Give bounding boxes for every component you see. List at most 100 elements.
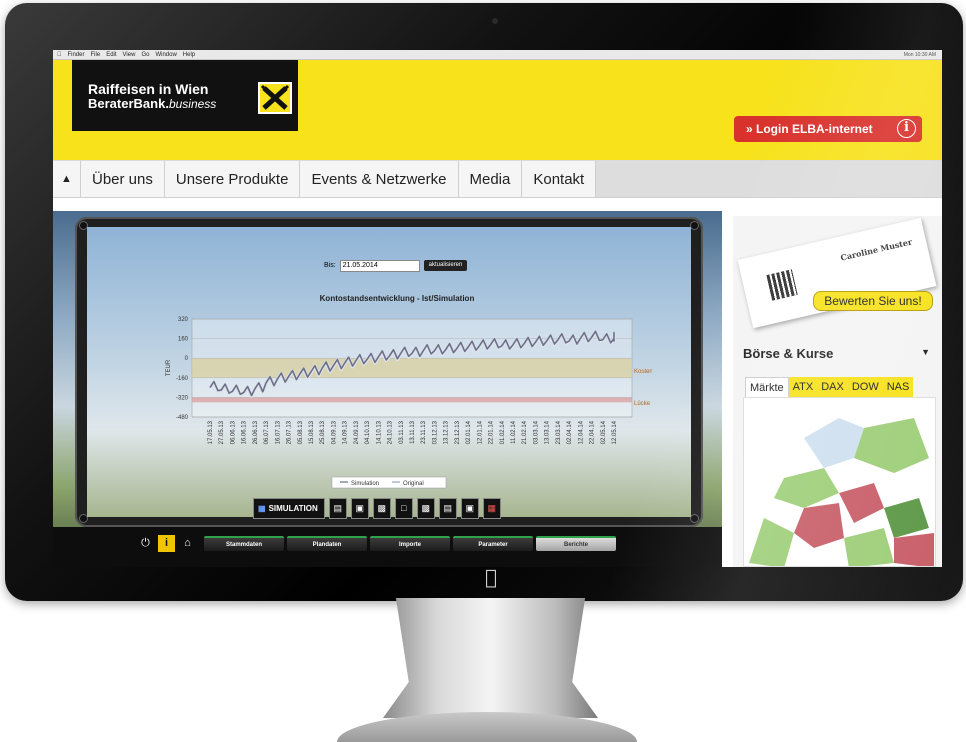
tab-dow[interactable]: DOW bbox=[847, 377, 883, 397]
nav-spacer bbox=[596, 161, 942, 197]
tab-nas[interactable]: NAS bbox=[882, 377, 914, 397]
map-region bbox=[774, 468, 839, 508]
home-icon[interactable]: ▲ bbox=[53, 161, 81, 197]
x-tick-label: 22.04.14 bbox=[590, 420, 596, 444]
home-icon[interactable]: ⌂ bbox=[179, 535, 196, 552]
x-tick-label: 03.03.14 bbox=[533, 420, 539, 444]
power-icon[interactable]: ⏻ bbox=[137, 535, 154, 552]
logo[interactable]: Raiffeisen in Wien BeraterBank.business bbox=[72, 60, 298, 131]
menu-window[interactable]: Window bbox=[155, 52, 176, 58]
band-label: Lücke bbox=[634, 401, 651, 407]
tab-plandaten[interactable]: Plandaten bbox=[287, 536, 367, 551]
tab-maerkte[interactable]: Märkte bbox=[745, 377, 789, 397]
update-button[interactable]: aktualisieren bbox=[423, 260, 468, 271]
tab-stammdaten[interactable]: Stammdaten bbox=[204, 536, 284, 551]
logo-italic: business bbox=[168, 97, 217, 111]
chevron-down-icon[interactable]: ▼ bbox=[921, 347, 930, 357]
chart-panel: Bis: 21.05.2014 aktualisieren Kontostand… bbox=[87, 227, 691, 517]
date-filter: Bis: 21.05.2014 aktualisieren bbox=[324, 259, 468, 272]
map-region bbox=[794, 503, 844, 548]
x-tick-label: 16.07.13 bbox=[275, 420, 281, 444]
nav-media[interactable]: Media bbox=[458, 161, 523, 197]
x-tick-label: 04.09.13 bbox=[331, 420, 337, 444]
info-icon[interactable]: i bbox=[158, 535, 175, 552]
simulation-icon: ▦ bbox=[258, 504, 266, 513]
menu-finder[interactable]: Finder bbox=[68, 52, 85, 58]
calendar-icon[interactable]: ▤ bbox=[328, 498, 347, 519]
x-tick-label: 25.08.13 bbox=[320, 420, 326, 444]
x-tick-label: 12.04.14 bbox=[578, 420, 584, 444]
chart-title: Kontostandsentwicklung - Ist/Simulation bbox=[320, 294, 475, 303]
menu-edit[interactable]: Edit bbox=[106, 52, 116, 58]
band-kosten bbox=[192, 358, 632, 378]
tab-parameter[interactable]: Parameter bbox=[453, 536, 533, 551]
calendar-plan-icon[interactable]: ▣ bbox=[350, 498, 369, 519]
tab-dax[interactable]: DAX bbox=[817, 377, 848, 397]
tab-berichte[interactable]: Berichte bbox=[536, 536, 616, 551]
stock-tabs: Märkte ATX DAX DOW NAS bbox=[745, 377, 914, 397]
bar-chart-icon[interactable]: ▤ bbox=[438, 498, 457, 519]
report-chart-icon[interactable]: ▩ bbox=[416, 498, 435, 519]
logo-bold: BeraterBank. bbox=[88, 96, 169, 111]
info-icon[interactable]: i bbox=[897, 119, 916, 138]
x-tick-label: 22.01.14 bbox=[489, 420, 495, 444]
card-name: Caroline Muster bbox=[839, 236, 913, 263]
nav-ueber-uns[interactable]: Über uns bbox=[81, 161, 165, 197]
login-elba-button[interactable]: » Login ELBA-internet i bbox=[734, 116, 922, 142]
login-label: » Login ELBA-internet bbox=[746, 122, 873, 136]
x-tick-label: 17.05.13 bbox=[208, 420, 214, 444]
y-tick-label: -480 bbox=[176, 415, 189, 421]
date-input[interactable]: 21.05.2014 bbox=[339, 259, 420, 272]
menubar-clock: Mon 10:30 AM bbox=[903, 51, 936, 58]
main-nav: ▲ Über uns Unsere Produkte Events & Netz… bbox=[53, 160, 942, 198]
map-region bbox=[844, 528, 894, 566]
x-tick-label: 02.04.14 bbox=[567, 420, 573, 444]
imac-monitor:  Finder File Edit View Go Window Help M… bbox=[5, 3, 963, 601]
calendar-list-icon[interactable]: ▩ bbox=[372, 498, 391, 519]
x-tick-label: 01.02.14 bbox=[500, 420, 506, 444]
menu-help[interactable]: Help bbox=[183, 52, 195, 58]
legend-box bbox=[331, 476, 447, 489]
y-tick-label: 160 bbox=[178, 337, 189, 343]
camera bbox=[492, 18, 498, 24]
x-tick-label: 11.02.14 bbox=[511, 420, 517, 444]
map-region bbox=[884, 498, 929, 538]
map-region bbox=[854, 418, 929, 473]
nav-kontakt[interactable]: Kontakt bbox=[522, 161, 597, 197]
tab-atx[interactable]: ATX bbox=[788, 377, 818, 397]
business-card-image: Caroline Muster bbox=[737, 217, 937, 329]
y-tick-label: -160 bbox=[176, 376, 189, 382]
nav-events-netzwerke[interactable]: Events & Netzwerke bbox=[300, 161, 459, 197]
x-tick-label: 02.01.14 bbox=[466, 420, 472, 444]
control-icons: ⏻ i ⌂ bbox=[137, 535, 196, 552]
x-tick-label: 26.07.13 bbox=[287, 420, 293, 444]
x-tick-label: 04.10.13 bbox=[365, 420, 371, 444]
rating-card-area: Caroline Muster Bewerten Sie uns! bbox=[733, 216, 942, 333]
simulation-app: Bis: 21.05.2014 aktualisieren Kontostand… bbox=[53, 211, 722, 567]
nav-unsere-produkte[interactable]: Unsere Produkte bbox=[164, 161, 301, 197]
europe-market-map[interactable] bbox=[743, 397, 936, 567]
menu-view[interactable]: View bbox=[123, 52, 136, 58]
apple-menu-icon[interactable]:  bbox=[57, 52, 62, 58]
x-tick-label: 21.02.14 bbox=[522, 420, 528, 444]
tab-importe[interactable]: Importe bbox=[370, 536, 450, 551]
x-tick-label: 06.07.13 bbox=[264, 420, 270, 444]
x-tick-label: 15.08.13 bbox=[309, 420, 315, 444]
raiffeisen-gable-cross-icon bbox=[258, 82, 292, 114]
simulation-button[interactable]: ▦ SIMULATION bbox=[253, 498, 325, 519]
x-tick-label: 12.01.14 bbox=[477, 420, 483, 444]
rate-us-button[interactable]: Bewerten Sie uns! bbox=[813, 291, 933, 311]
stock-widget-title: Börse & Kurse bbox=[743, 346, 834, 361]
band-lücke bbox=[192, 397, 632, 403]
site-header: Raiffeisen in Wien BeraterBank.business … bbox=[53, 60, 942, 160]
menu-go[interactable]: Go bbox=[141, 52, 149, 58]
chart-icon[interactable]: □ bbox=[394, 498, 413, 519]
book-icon[interactable]: ▣ bbox=[460, 498, 479, 519]
date-label: Bis: bbox=[324, 262, 336, 269]
map-region bbox=[894, 533, 934, 566]
x-tick-label: 26.06.13 bbox=[253, 420, 259, 444]
calendar-red-icon[interactable]: ▦ bbox=[482, 498, 501, 519]
x-tick-label: 06.06.13 bbox=[230, 420, 236, 444]
menu-file[interactable]: File bbox=[91, 52, 101, 58]
y-tick-label: 320 bbox=[178, 317, 189, 323]
